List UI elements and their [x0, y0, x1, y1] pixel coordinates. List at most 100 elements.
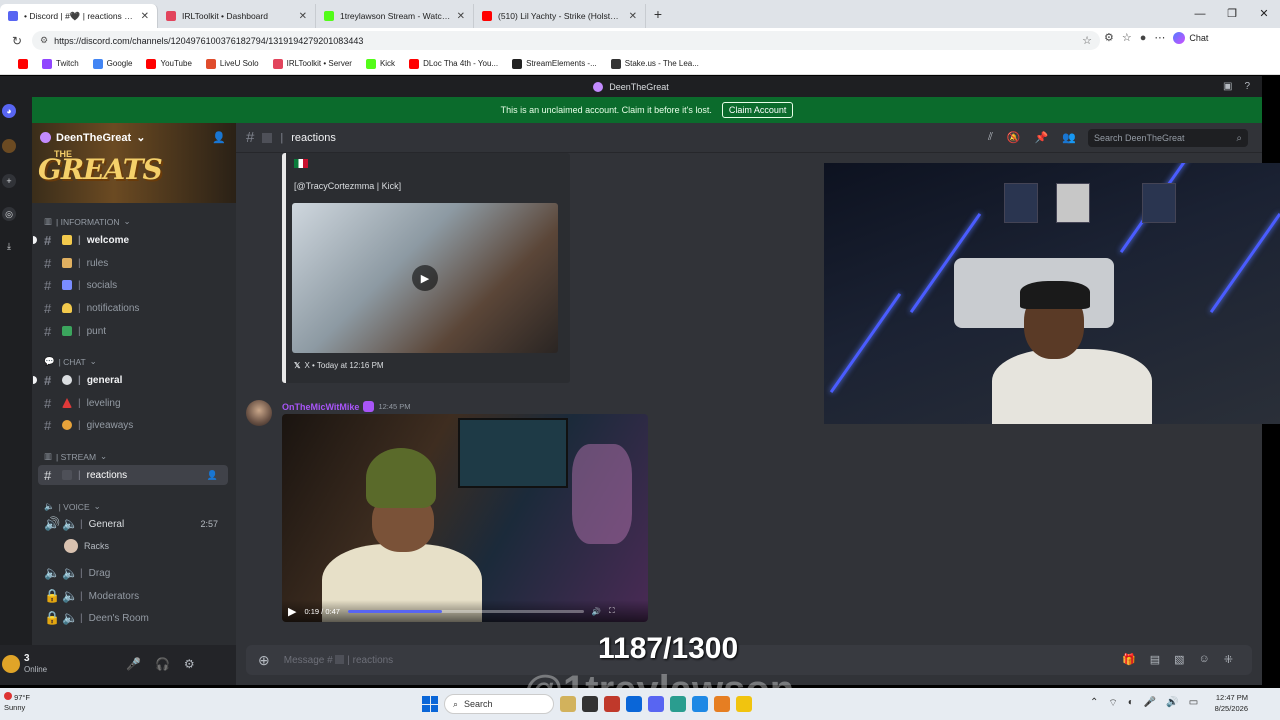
- embed-author[interactable]: [@TracyCortezmma | Kick]: [294, 181, 401, 191]
- wifi-icon[interactable]: ⌔: [1108, 697, 1117, 710]
- channel-welcome[interactable]: # | welcome: [33, 230, 228, 250]
- channel-giveaways[interactable]: # | giveaways: [38, 415, 228, 435]
- voice-channel-drag[interactable]: 🔈 🔈 | Drag: [38, 563, 228, 583]
- app-icon[interactable]: [736, 696, 752, 712]
- help-icon[interactable]: ?: [1244, 81, 1250, 92]
- explore-icon[interactable]: ◎: [2, 207, 16, 221]
- discord-icon[interactable]: [648, 696, 664, 712]
- voice-channel-general[interactable]: 🔊 🔈 | General 2:57: [38, 514, 228, 534]
- message-author[interactable]: OnTheMicWitMike: [282, 402, 359, 412]
- embed-video-thumbnail[interactable]: ▶: [292, 203, 558, 353]
- app-icon[interactable]: [582, 696, 598, 712]
- play-icon[interactable]: ▶: [288, 605, 296, 618]
- taskbar-clock[interactable]: 12:47 PM 8/25/2026: [1208, 692, 1248, 714]
- bookmark-youtube-icon[interactable]: [18, 58, 28, 69]
- category-voice[interactable]: 🔈 | VOICE ⌄: [44, 501, 101, 512]
- claim-account-button[interactable]: Claim Account: [721, 102, 794, 118]
- taskbar-search[interactable]: ⌕ Search: [444, 694, 554, 714]
- fullscreen-icon[interactable]: ⛶: [609, 606, 614, 616]
- add-member-icon[interactable]: 👤: [207, 470, 218, 481]
- close-tab-icon[interactable]: ✕: [141, 11, 149, 22]
- app-tray-icon[interactable]: ◐: [1128, 697, 1134, 710]
- bookmark-irltoolkit[interactable]: IRLToolkit • Server: [272, 58, 352, 69]
- gif-icon[interactable]: ▤: [1150, 653, 1160, 666]
- voice-member-racks[interactable]: Racks: [58, 536, 228, 556]
- bookmark-google[interactable]: Google: [92, 58, 132, 69]
- bookmark-kick[interactable]: Kick: [365, 58, 395, 69]
- download-icon[interactable]: ⤓: [2, 239, 16, 253]
- video-seek-bar[interactable]: [347, 609, 584, 613]
- sticker-icon[interactable]: ▧: [1174, 653, 1184, 666]
- channel-leveling[interactable]: # | leveling: [38, 393, 228, 413]
- video-attachment[interactable]: ▶ 0:19 / 0:47 🔊 ⛶: [282, 414, 648, 622]
- chat-button[interactable]: Chat: [1173, 31, 1209, 44]
- category-information[interactable]: ▥ | INFORMATION ⌄: [44, 216, 131, 227]
- favorites-icon[interactable]: ☆: [1122, 31, 1132, 44]
- server-deenthegreat-icon[interactable]: [2, 139, 16, 153]
- reload-icon[interactable]: ↻: [6, 34, 28, 48]
- mic-icon[interactable]: 🎤: [1144, 697, 1156, 710]
- notifications-off-icon[interactable]: 🔕: [1007, 131, 1021, 144]
- tab-kick[interactable]: 1treylawson Stream - Watch Live o ✕: [316, 4, 474, 28]
- channel-punt[interactable]: # | punt: [38, 321, 228, 341]
- chevron-up-icon[interactable]: ⌃: [1090, 697, 1098, 710]
- windows-start-icon[interactable]: [422, 696, 438, 712]
- avatar[interactable]: [246, 400, 272, 426]
- minimize-icon[interactable]: —: [1184, 0, 1216, 28]
- bookmark-twitch[interactable]: Twitch: [42, 58, 79, 69]
- volume-icon[interactable]: 🔊: [1166, 697, 1178, 710]
- weather-widget[interactable]: 97°F Sunny: [4, 692, 30, 713]
- close-tab-icon[interactable]: ✕: [629, 11, 637, 22]
- maximize-icon[interactable]: ❐: [1216, 0, 1248, 28]
- member-list-icon[interactable]: 👥: [1062, 131, 1076, 144]
- channel-general[interactable]: # | general: [33, 370, 228, 390]
- avatar[interactable]: [2, 655, 20, 673]
- apps-icon[interactable]: ⁜: [1224, 653, 1233, 666]
- voice-channel-moderators[interactable]: 🔒 🔈 | Moderators: [38, 586, 228, 606]
- volume-icon[interactable]: 🔊: [592, 607, 601, 616]
- profile-avatar-icon[interactable]: ●: [1140, 32, 1147, 44]
- discord-home-icon[interactable]: ◕: [2, 104, 16, 118]
- close-tab-icon[interactable]: ✕: [299, 11, 307, 22]
- channel-rules[interactable]: # | rules: [38, 253, 228, 273]
- pin-icon[interactable]: 📌: [1035, 131, 1049, 144]
- tab-youtube[interactable]: (510) Lil Yachty - Strike (Holster) (C ✕: [474, 4, 646, 28]
- more-menu-icon[interactable]: ⋯: [1154, 31, 1165, 44]
- bookmark-stake[interactable]: Stake.us - The Lea...: [610, 58, 699, 69]
- headphones-icon[interactable]: 🎧: [155, 657, 170, 671]
- close-tab-icon[interactable]: ✕: [457, 11, 465, 22]
- bookmark-liveu[interactable]: LiveU Solo: [205, 58, 259, 69]
- app-icon[interactable]: [604, 696, 620, 712]
- channel-socials[interactable]: # | socials: [38, 275, 228, 295]
- bookmark-star-icon[interactable]: ☆: [1082, 34, 1092, 47]
- settings-gear-icon[interactable]: ⚙: [184, 657, 195, 671]
- bookmark-dloc[interactable]: DLoc Tha 4th - You...: [409, 58, 498, 69]
- url-field[interactable]: ⚙ https://discord.com/channels/120497610…: [32, 31, 1100, 50]
- server-name-dropdown[interactable]: DeenTheGreat ⌄: [40, 131, 145, 144]
- tab-irltoolkit[interactable]: IRLToolkit • Dashboard ✕: [158, 4, 316, 28]
- invite-icon[interactable]: 👤: [212, 131, 226, 144]
- site-info-icon[interactable]: ⚙: [40, 35, 48, 46]
- edge-icon[interactable]: [626, 696, 642, 712]
- mic-muted-icon[interactable]: 🎤: [126, 657, 141, 671]
- voice-channel-deens-room[interactable]: 🔒 🔈 | Deen's Room: [38, 608, 228, 628]
- tab-discord[interactable]: • Discord | #🖤 | reactions | Deen ✕: [0, 4, 158, 28]
- play-icon[interactable]: ▶: [412, 265, 438, 291]
- gift-icon[interactable]: 🎁: [1122, 653, 1136, 666]
- extensions-icon[interactable]: ⚙: [1104, 31, 1114, 44]
- channel-reactions[interactable]: # | reactions 👤: [38, 465, 228, 485]
- battery-icon[interactable]: ▭: [1189, 697, 1198, 710]
- bookmark-youtube[interactable]: YouTube: [146, 58, 192, 69]
- new-tab-icon[interactable]: +: [646, 6, 670, 22]
- app-icon[interactable]: [692, 696, 708, 712]
- inbox-icon[interactable]: ▣: [1223, 81, 1232, 92]
- emoji-icon[interactable]: ☺: [1199, 653, 1210, 666]
- category-stream[interactable]: ▥ | STREAM ⌄: [44, 451, 107, 462]
- bookmark-streamelements[interactable]: StreamElements -...: [512, 58, 597, 69]
- chrome-icon[interactable]: [714, 696, 730, 712]
- add-attachment-icon[interactable]: ⊕: [258, 652, 270, 669]
- channel-notifications[interactable]: # | notifications: [38, 298, 228, 318]
- threads-icon[interactable]: ⫽: [988, 131, 993, 144]
- search-input[interactable]: Search DeenTheGreat ⌕: [1088, 129, 1248, 147]
- app-icon[interactable]: [670, 696, 686, 712]
